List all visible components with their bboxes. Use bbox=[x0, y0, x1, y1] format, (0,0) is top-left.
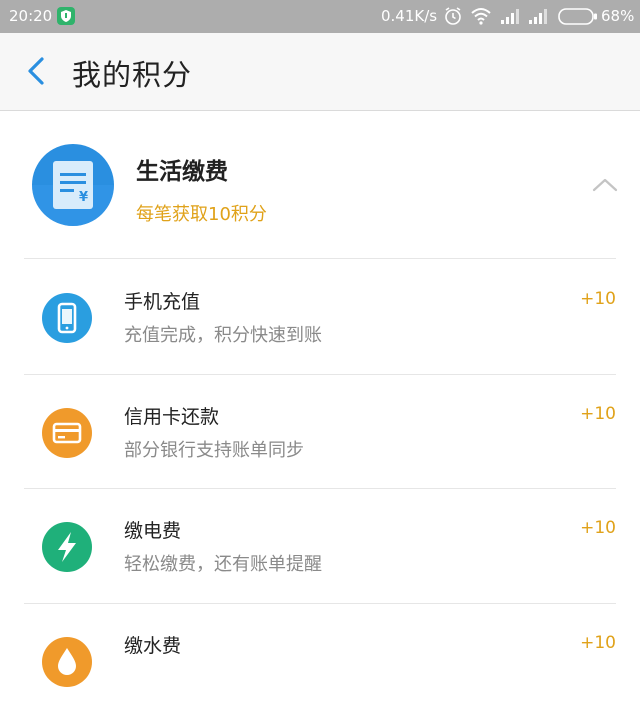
item-points: +10 bbox=[580, 633, 616, 653]
item-points: +10 bbox=[580, 404, 616, 424]
list-item-water[interactable]: 缴水费 +10 bbox=[0, 603, 640, 717]
svg-text:¥: ¥ bbox=[79, 190, 88, 205]
item-points: +10 bbox=[580, 289, 616, 309]
battery-percent: 68% bbox=[601, 7, 635, 25]
alarm-icon bbox=[443, 6, 463, 26]
credit-card-icon bbox=[42, 408, 92, 458]
item-description: 轻松缴费，还有账单提醒 bbox=[124, 554, 322, 575]
item-points: +10 bbox=[580, 518, 616, 538]
shield-icon bbox=[56, 6, 76, 26]
list-item-phone-recharge[interactable]: 手机充值 充值完成，积分快速到账 +10 bbox=[0, 259, 640, 373]
chevron-left-icon bbox=[28, 57, 44, 85]
status-bar: 20:20 0.41K/s 68% bbox=[0, 0, 640, 33]
wifi-icon bbox=[470, 6, 492, 26]
category-subtitle: 每笔获取10积分 bbox=[136, 204, 267, 225]
item-title: 缴电费 bbox=[124, 520, 182, 542]
page-title: 我的积分 bbox=[72, 58, 193, 92]
signal-icon bbox=[528, 8, 550, 24]
battery-icon bbox=[558, 8, 598, 25]
collapse-button[interactable] bbox=[590, 175, 620, 193]
signal-icon bbox=[500, 8, 522, 24]
chevron-up-icon bbox=[592, 178, 618, 192]
bill-icon: ¥ bbox=[32, 144, 114, 226]
category-header[interactable]: ¥ 生活缴费 每笔获取10积分 bbox=[0, 111, 640, 258]
list-item-credit-card[interactable]: 信用卡还款 部分银行支持账单同步 +10 bbox=[0, 374, 640, 488]
top-bar: 我的积分 bbox=[0, 33, 640, 111]
item-description: 部分银行支持账单同步 bbox=[124, 440, 304, 461]
item-title: 信用卡还款 bbox=[124, 406, 220, 428]
item-title: 缴水费 bbox=[124, 635, 182, 657]
item-title: 手机充值 bbox=[124, 291, 201, 313]
network-speed: 0.41K/s bbox=[381, 7, 438, 25]
status-time: 20:20 bbox=[9, 7, 53, 25]
lightning-icon bbox=[42, 522, 92, 572]
category-title: 生活缴费 bbox=[136, 159, 228, 185]
back-button[interactable] bbox=[18, 53, 54, 89]
water-icon bbox=[42, 637, 92, 687]
list-item-electricity[interactable]: 缴电费 轻松缴费，还有账单提醒 +10 bbox=[0, 488, 640, 602]
phone-icon bbox=[42, 293, 92, 343]
item-description: 充值完成，积分快速到账 bbox=[124, 325, 322, 346]
